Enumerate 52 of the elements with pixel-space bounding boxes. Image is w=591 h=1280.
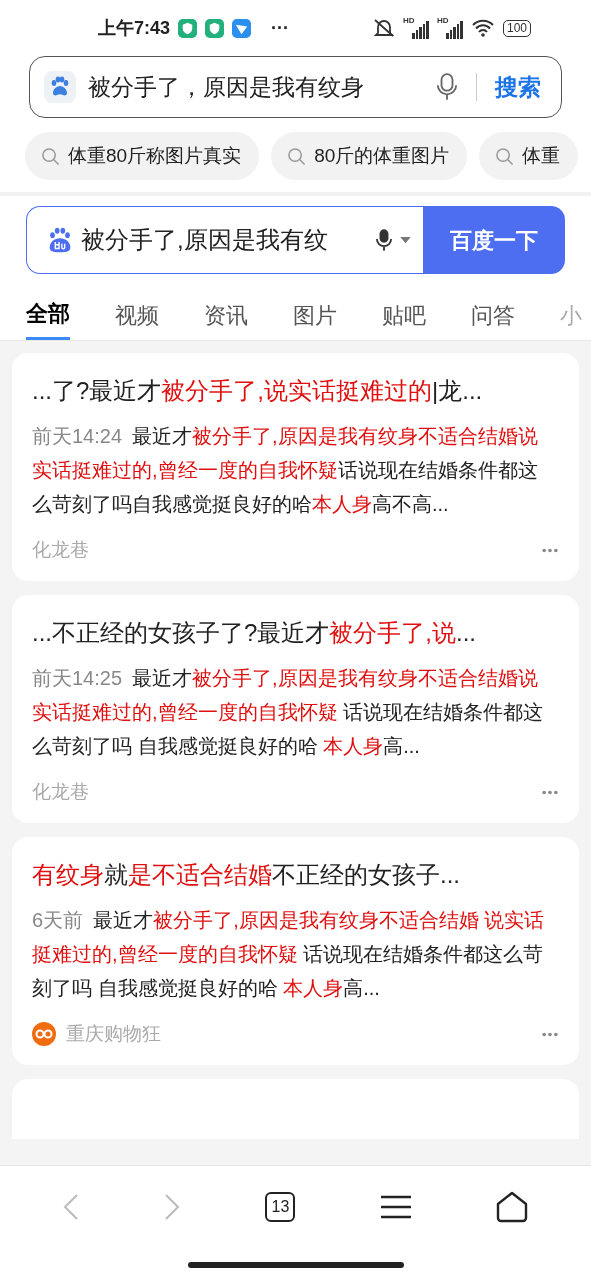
menu-icon[interactable] (380, 1195, 411, 1219)
tab[interactable]: 资讯 (204, 290, 248, 340)
search-icon (495, 146, 515, 166)
more-notifications: ··· (271, 16, 289, 40)
tab[interactable]: 视频 (115, 290, 159, 340)
search-text: 被分手了,原因是我有纹 (81, 225, 328, 255)
wifi-icon (470, 18, 495, 38)
shield-app-icon (178, 18, 198, 38)
mute-icon (372, 18, 395, 38)
search-bar[interactable]: 被分手了，原因是我有纹身 搜索 (29, 56, 562, 118)
result-card[interactable]: ...了?最近才被分手了,说实话挺难过的|龙... 前天14:24 最近才被分手了,原因是我有纹身不适合结婚说实话挺难过的,曾经一度的自我怀疑话说现在结婚条件都这么苛刻了吗自我感觉挺良好的哈本人身高不高... 化龙巷 (12, 353, 579, 581)
suggestion-chip[interactable]: 体重80斤称图片真实 (25, 132, 260, 180)
search-button[interactable]: 百度一下 (423, 206, 565, 274)
network-type-label: HD (436, 17, 449, 25)
battery-indicator: 100 (502, 19, 531, 37)
result-title[interactable]: ...了?最近才被分手了,说实话挺难过的|龙... (32, 373, 559, 409)
more-options-icon[interactable] (541, 789, 559, 795)
search-icon (287, 146, 307, 166)
result-source: 化龙巷 (32, 779, 89, 804)
network-type-label: HD (402, 17, 415, 25)
signal-icon (445, 21, 463, 39)
suggestion-chip[interactable]: 体重 (479, 132, 579, 180)
caret-icon[interactable] (400, 236, 411, 244)
microphone-icon[interactable] (435, 72, 458, 102)
result-card[interactable]: ...不正经的女孩子了?最近才被分手了,说... 前天14:25 最近才被分手了,原因是我有纹身不适合结婚说实话挺难过的,曾经一度的自我怀疑 话说现在结婚条件都这么苛刻了吗 自我感觉挺良好的哈 本人身高... 化龙巷 (12, 595, 579, 823)
shield-app-icon (205, 18, 225, 38)
tabs-button[interactable]: 13 (265, 1192, 296, 1222)
source-logo-icon (32, 1022, 56, 1046)
result-snippet: 前天14:25 最近才被分手了,原因是我有纹身不适合结婚说实话挺难过的,曾经一度的自我怀疑 话说现在结婚条件都这么苛刻了吗 自我感觉挺良好的哈 本人身高... (32, 666, 545, 759)
status-time: 上午7:43 (98, 16, 171, 40)
search-button[interactable]: 搜索 (495, 69, 541, 105)
suggestion-chip[interactable]: 80斤的体重图片 (271, 132, 468, 180)
search-field[interactable]: 被分手了,原因是我有纹 (26, 206, 423, 274)
more-options-icon[interactable] (541, 547, 559, 553)
result-card[interactable]: 有纹身就是不适合结婚不正经的女孩子... 6天前 最近才被分手了,原因是我有纹身不适合结婚 说实话挺难过的,曾经一度的自我怀疑 话说现在结婚条件都这么苛刻了吗 自我感觉挺良好的哈 本人身高... 重庆购物狂 (12, 837, 579, 1065)
microphone-icon[interactable] (376, 228, 392, 252)
result-source: 重庆购物狂 (66, 1021, 161, 1046)
result-title[interactable]: ...不正经的女孩子了?最近才被分手了,说... (32, 615, 559, 651)
result-snippet: 6天前 最近才被分手了,原因是我有纹身不适合结婚 说实话挺难过的,曾经一度的自我怀疑 话说现在结婚条件都这么苛刻了吗 自我感觉挺良好的哈 本人身高... (32, 908, 546, 1001)
result-title[interactable]: 有纹身就是不适合结婚不正经的女孩子... (32, 857, 559, 893)
signal-icon (411, 21, 429, 39)
tab[interactable]: 问答 (471, 290, 515, 340)
search-field[interactable]: 被分手了，原因是我有纹身 (88, 69, 364, 105)
more-options-icon[interactable] (541, 1031, 559, 1037)
tab[interactable]: 图片 (293, 290, 337, 340)
search-icon (41, 146, 60, 166)
home-icon[interactable] (496, 1191, 529, 1223)
app-icon (232, 18, 252, 38)
tab[interactable]: 贴吧 (382, 290, 426, 340)
paw-icon (44, 71, 76, 103)
result-snippet: 前天14:24 最近才被分手了,原因是我有纹身不适合结婚说实话挺难过的,曾经一度的自我怀疑话说现在结婚条件都这么苛刻了吗自我感觉挺良好的哈本人身高不高... (32, 424, 539, 517)
result-source: 化龙巷 (32, 537, 89, 562)
